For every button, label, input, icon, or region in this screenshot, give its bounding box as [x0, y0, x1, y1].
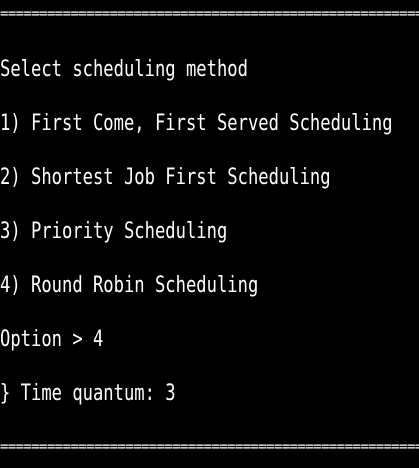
menu-option-priority: 3) Priority Scheduling [0, 219, 228, 244]
menu-option-sjf: 2) Shortest Job First Scheduling [0, 165, 331, 190]
menu-heading: Select scheduling method [0, 57, 248, 82]
terminal-window[interactable]: ========================================… [0, 0, 419, 468]
option-input-line[interactable]: Option > 4 [0, 325, 103, 355]
top-divider: ========================================… [0, 10, 419, 18]
time-quantum-input-line[interactable]: } Time quantum: 3 [0, 379, 176, 409]
menu-option-round-robin: 4) Round Robin Scheduling [0, 273, 259, 298]
menu-option-fcfs: 1) First Come, First Served Scheduling [0, 111, 393, 136]
bottom-divider: ========================================… [0, 443, 419, 451]
